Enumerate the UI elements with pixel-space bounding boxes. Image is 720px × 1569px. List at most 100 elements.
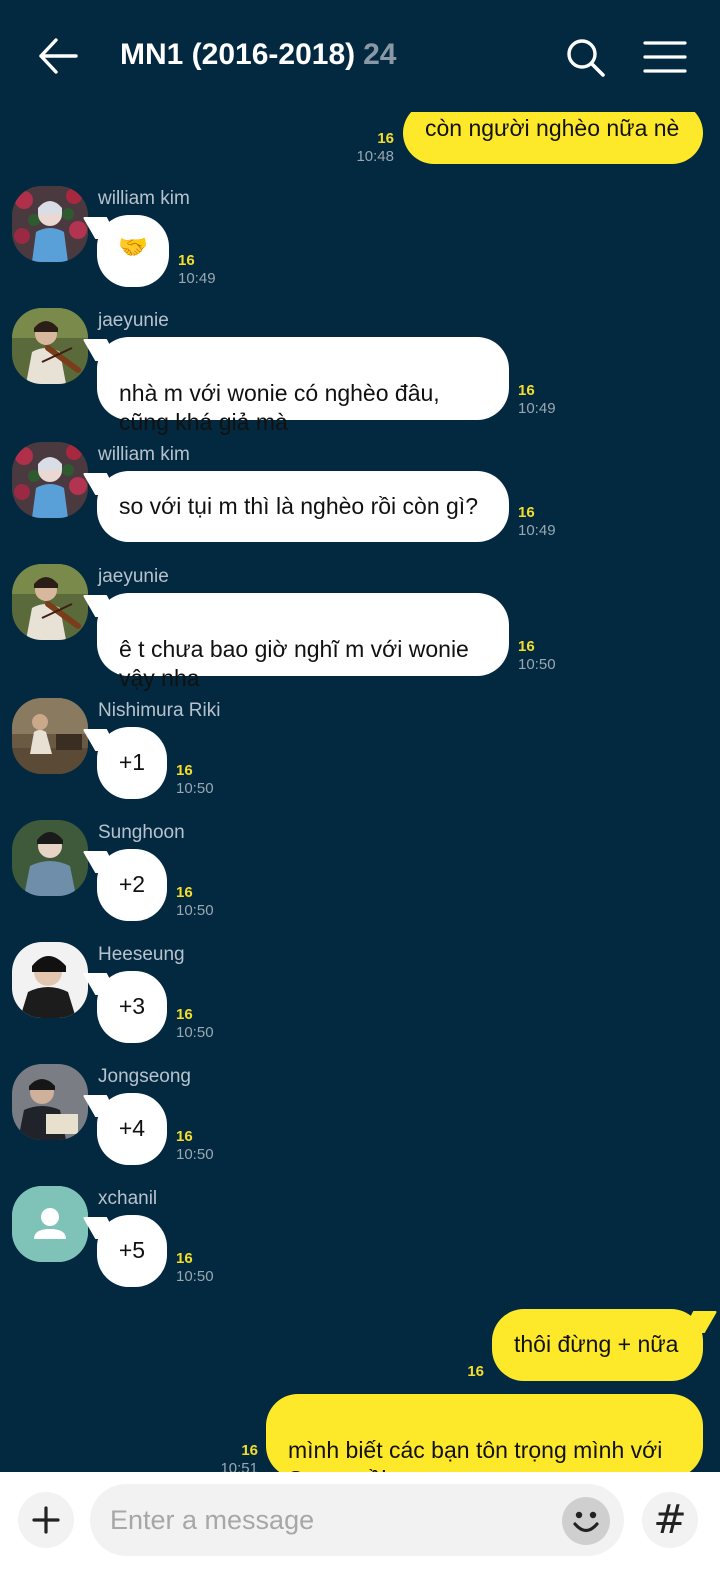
message-list[interactable]: còn người nghèo nữa nè 16 10:48 william … <box>0 112 720 1472</box>
plus-icon <box>32 1506 60 1534</box>
message-input[interactable] <box>90 1484 624 1556</box>
message-item: william kim 🤝 16 10:49 <box>0 186 720 298</box>
message-text: còn người nghèo nữa nè <box>425 115 680 141</box>
unread-count: 16 <box>176 762 193 779</box>
message-text: mình biết các bạn tôn trọng mình với Sun… <box>288 1437 663 1472</box>
chat-title-text: MN1 (2016-2018) <box>120 38 356 71</box>
message-item: thôi đừng + nữa 16 <box>0 1309 720 1389</box>
message-meta: 16 10:50 <box>176 1250 214 1286</box>
sender-name[interactable]: jaeyunie <box>98 566 169 588</box>
unread-count: 16 <box>518 504 535 521</box>
avatar[interactable] <box>12 442 88 518</box>
message-text: so với tụi m thì là nghèo rồi còn gì? <box>119 493 478 519</box>
unread-count: 16 <box>241 1442 258 1459</box>
message-meta: 16 10:49 <box>178 252 216 288</box>
message-bubble[interactable]: +5 <box>97 1215 167 1287</box>
message-time: 10:50 <box>176 902 214 919</box>
message-item: Nishimura Riki +1 16 10:50 <box>0 698 720 808</box>
message-item: mình biết các bạn tôn trọng mình với Sun… <box>0 1394 720 1472</box>
message-bubble[interactable]: mình biết các bạn tôn trọng mình với Sun… <box>266 1394 703 1472</box>
message-bubble[interactable]: 🤝 <box>97 215 169 287</box>
message-time: 10:50 <box>518 656 556 673</box>
message-bubble[interactable]: ê t chưa bao giờ nghĩ m với wonie vậy nh… <box>97 593 509 691</box>
unread-count: 16 <box>178 252 195 269</box>
menu-button[interactable] <box>642 38 688 78</box>
sender-name[interactable]: jaeyunie <box>98 310 169 332</box>
message-meta: 16 10:50 <box>176 884 214 920</box>
search-button[interactable] <box>564 36 608 80</box>
message-meta: 16 <box>420 1363 484 1381</box>
message-bubble[interactable]: thôi đừng + nữa <box>492 1309 703 1381</box>
emoji-button[interactable] <box>562 1497 610 1545</box>
message-meta: 16 10:49 <box>518 504 556 540</box>
message-item: jaeyunie ê t chưa bao giờ nghĩ m với won… <box>0 564 720 691</box>
avatar[interactable] <box>12 1186 88 1262</box>
message-text: +1 <box>118 749 146 775</box>
message-time: 10:49 <box>518 522 556 539</box>
unread-count: 16 <box>176 1128 193 1145</box>
message-bubble[interactable]: +4 <box>97 1093 167 1165</box>
sender-name[interactable]: william kim <box>98 188 190 210</box>
message-bubble[interactable]: +1 <box>97 727 167 799</box>
hashtag-button[interactable]: # <box>642 1492 698 1548</box>
back-button[interactable] <box>36 36 80 76</box>
menu-icon <box>643 41 687 73</box>
sender-name[interactable]: Sunghoon <box>98 822 185 844</box>
message-time: 10:50 <box>176 780 214 797</box>
message-item: xchanil +5 16 10:50 <box>0 1186 720 1296</box>
message-meta: 16 10:50 <box>518 638 556 674</box>
message-bubble[interactable]: nhà m với wonie có nghèo đâu, cũng khá g… <box>97 337 509 435</box>
sender-name[interactable]: xchanil <box>98 1188 157 1210</box>
sender-name[interactable]: Heeseung <box>98 944 185 966</box>
message-text: 🤝 <box>118 234 148 261</box>
message-text: +3 <box>118 993 146 1019</box>
message-item: Sunghoon +2 16 10:50 <box>0 820 720 930</box>
sender-name[interactable]: Jongseong <box>98 1066 191 1088</box>
attach-button[interactable] <box>18 1492 74 1548</box>
message-text: +2 <box>118 871 146 897</box>
message-text: ê t chưa bao giờ nghĩ m với wonie vậy nh… <box>119 636 469 691</box>
member-count: 24 <box>363 38 397 71</box>
chat-header: MN1 (2016-2018) 24 <box>0 0 720 112</box>
message-text: thôi đừng + nữa <box>514 1331 679 1357</box>
message-meta: 16 10:51 <box>196 1442 258 1472</box>
avatar[interactable] <box>12 186 88 262</box>
message-time: 10:48 <box>356 148 394 165</box>
sender-name[interactable]: william kim <box>98 444 190 466</box>
message-item: william kim so với tụi m thì là nghèo rồ… <box>0 442 720 542</box>
message-time: 10:51 <box>220 1460 258 1472</box>
message-time: 10:49 <box>178 270 216 287</box>
avatar[interactable] <box>12 942 88 1018</box>
message-text: nhà m với wonie có nghèo đâu, cũng khá g… <box>119 380 440 435</box>
back-arrow-icon <box>39 38 78 74</box>
message-item: jaeyunie nhà m với wonie có nghèo đâu, c… <box>0 308 720 435</box>
message-meta: 16 10:50 <box>176 762 214 798</box>
message-time: 10:50 <box>176 1024 214 1041</box>
message-bubble[interactable]: còn người nghèo nữa nè <box>403 112 703 164</box>
message-meta: 16 10:50 <box>176 1128 214 1164</box>
message-bubble[interactable]: +2 <box>97 849 167 921</box>
emoji-icon <box>573 1511 599 1533</box>
unread-count: 16 <box>467 1363 484 1380</box>
unread-count: 16 <box>176 1250 193 1267</box>
avatar[interactable] <box>12 820 88 896</box>
message-bubble[interactable]: +3 <box>97 971 167 1043</box>
avatar[interactable] <box>12 1064 88 1140</box>
sender-name[interactable]: Nishimura Riki <box>98 700 220 722</box>
message-item: còn người nghèo nữa nè 16 10:48 <box>0 112 720 172</box>
unread-count: 16 <box>518 638 535 655</box>
chat-title: MN1 (2016-2018) 24 <box>120 38 397 72</box>
unread-count: 16 <box>176 884 193 901</box>
message-item: Heeseung +3 16 10:50 <box>0 942 720 1052</box>
search-icon <box>567 39 605 77</box>
default-user-icon <box>12 1186 88 1262</box>
message-item: Jongseong +4 16 10:50 <box>0 1064 720 1174</box>
message-meta: 16 10:48 <box>340 130 394 166</box>
avatar[interactable] <box>12 308 88 384</box>
message-time: 10:50 <box>176 1268 214 1285</box>
message-time: 10:49 <box>518 400 556 417</box>
avatar[interactable] <box>12 698 88 774</box>
avatar[interactable] <box>12 564 88 640</box>
message-meta: 16 10:50 <box>176 1006 214 1042</box>
message-bubble[interactable]: so với tụi m thì là nghèo rồi còn gì? <box>97 471 509 542</box>
